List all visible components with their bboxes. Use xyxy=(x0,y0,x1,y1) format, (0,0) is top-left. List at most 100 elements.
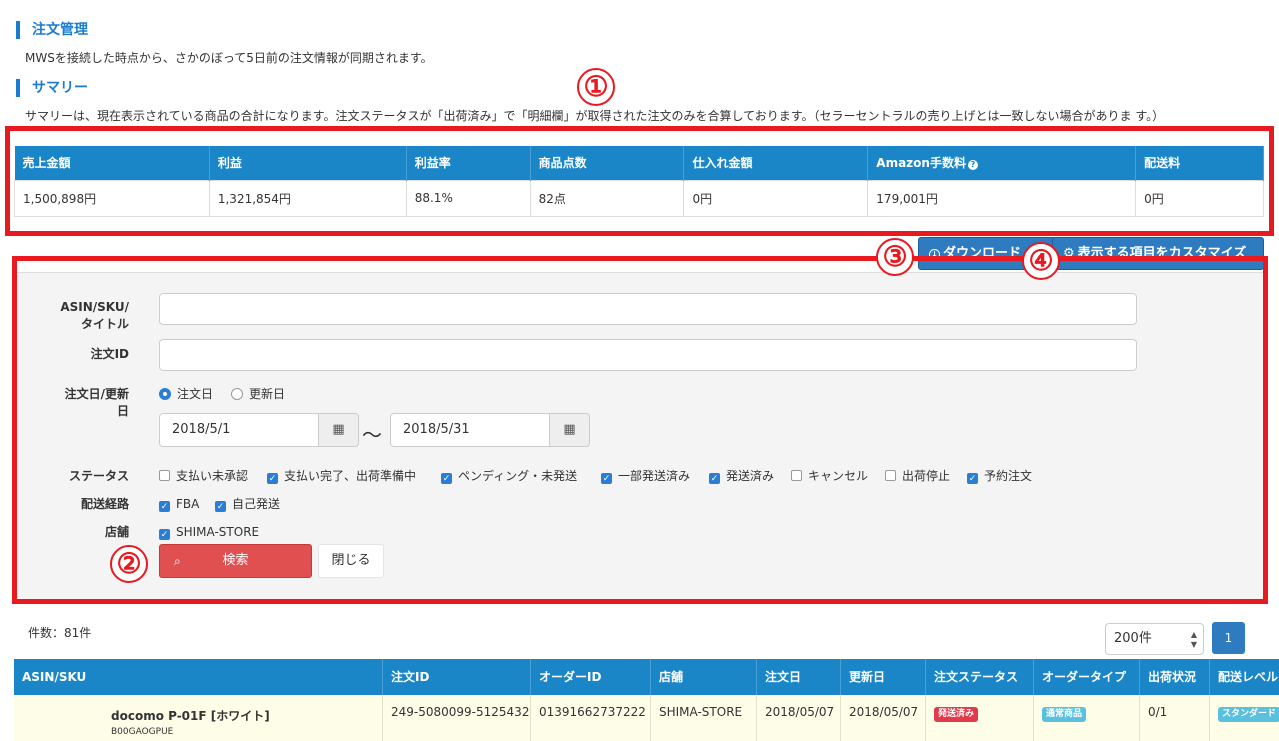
product-title[interactable]: docomo P-01F [ホワイト] xyxy=(111,707,374,724)
summary-note: サマリーは、現在表示されている商品の合計になります。注文ステータスが「出荷済み」… xyxy=(25,109,1165,123)
column-header[interactable]: オーダータイプ xyxy=(1034,659,1140,695)
checkbox-off-icon xyxy=(159,470,170,481)
table-row[interactable]: docomo P-01F [ホワイト] B00GAOGPUE 249-50800… xyxy=(14,695,1279,741)
checkbox-label: 支払い完了、出荷準備中 xyxy=(284,469,417,483)
annotation-4: ④ xyxy=(1022,242,1060,280)
status-option-paid[interactable]: ✓ 支払い完了、出荷準備中 xyxy=(267,468,416,484)
delivery-route-label: 配送経路 xyxy=(80,497,129,511)
radio-order-date[interactable]: 注文日 xyxy=(159,386,213,402)
asin-label-line1: ASIN/SKU/ xyxy=(60,300,129,314)
result-count: 件数：81件 xyxy=(28,626,92,640)
select-arrows-icon: ▲ ▼ xyxy=(1190,630,1197,649)
checkbox-on-icon: ✓ xyxy=(215,501,226,512)
status-option-hold[interactable]: 出荷停止 xyxy=(885,468,950,484)
checkbox-on-icon: ✓ xyxy=(267,473,278,484)
asin-sku-title-input[interactable] xyxy=(159,293,1137,325)
annotation-2: ② xyxy=(110,545,148,583)
status-option-shipped[interactable]: ✓ 発送済み xyxy=(709,468,774,484)
radio-label: 更新日 xyxy=(249,387,286,401)
column-header[interactable]: 出荷状況 xyxy=(1140,659,1210,695)
search-button-label: 検索 xyxy=(222,553,249,568)
summary-header: 商品点数 xyxy=(530,146,685,180)
summary-header: 配送料 xyxy=(1135,146,1264,180)
status-badge: 発送済み xyxy=(934,707,979,722)
summary-value-row: 1,500,898円 1,321,854円 88.1% 82点 0円 179,0… xyxy=(14,179,1264,217)
radio-off-icon xyxy=(231,388,243,400)
order-id-label: 注文ID xyxy=(90,347,129,361)
checkbox-label: 出荷停止 xyxy=(902,469,951,483)
status-option-preorder[interactable]: ✓ 予約注文 xyxy=(967,468,1032,484)
summary-header: 利益率 xyxy=(406,146,531,180)
column-header[interactable]: オーダーID xyxy=(531,659,651,695)
delivery-level-cell: スタンダード xyxy=(1210,695,1279,741)
date-to-input[interactable]: 2018/5/31 xyxy=(390,413,550,447)
delivery-badge: スタンダード xyxy=(1218,707,1279,722)
column-header[interactable]: 注文日 xyxy=(757,659,841,695)
checkbox-on-icon: ✓ xyxy=(709,473,720,484)
summary-header-label: 仕入れ金額 xyxy=(692,156,753,171)
checkbox-off-icon xyxy=(885,470,896,481)
amazon-order-id-cell: 01391662737222 xyxy=(531,695,651,741)
checkbox-on-icon: ✓ xyxy=(159,501,170,512)
store-cell: SHIMA-STORE xyxy=(651,695,757,741)
summary-value: 179,001円 xyxy=(867,179,1137,217)
checkbox-label: 自己発送 xyxy=(232,497,281,511)
close-button[interactable]: 閉じる xyxy=(318,544,384,578)
order-sync-note: MWSを接続した時点から、さかのぼって5日前の注文情報が同期されます。 xyxy=(25,51,433,65)
calendar-icon: ▦ xyxy=(332,422,345,437)
page-button-1[interactable]: 1 xyxy=(1212,622,1245,654)
route-option-self[interactable]: ✓ 自己発送 xyxy=(215,496,280,512)
column-header[interactable]: 更新日 xyxy=(841,659,926,695)
annotation-1: ① xyxy=(577,68,615,106)
route-option-fba[interactable]: ✓ FBA xyxy=(159,496,199,512)
column-header[interactable]: 注文ID xyxy=(383,659,531,695)
column-header[interactable]: ASIN/SKU xyxy=(14,659,383,695)
column-header[interactable]: 店舗 xyxy=(651,659,757,695)
question-circle-icon[interactable]: ? xyxy=(967,160,978,171)
status-option-pending[interactable]: ✓ ペンディング・未発送 xyxy=(441,468,577,484)
summary-header-row: 売上金額 利益 利益率 商品点数 仕入れ金額 Amazon手数料? 配送料 xyxy=(14,146,1264,180)
summary-header-label: Amazon手数料 xyxy=(876,156,966,171)
checkbox-on-icon: ✓ xyxy=(159,529,170,540)
order-type-cell: 通常商品 xyxy=(1034,695,1140,741)
summary-value: 0円 xyxy=(1135,179,1264,217)
status-option-partial[interactable]: ✓ 一部発送済み xyxy=(601,468,690,484)
per-page-select[interactable]: 200件 ▲ ▼ xyxy=(1105,623,1204,655)
store-option-shima[interactable]: ✓ SHIMA-STORE xyxy=(159,524,259,540)
per-page-value: 200件 xyxy=(1114,631,1152,646)
order-id-input[interactable] xyxy=(159,339,1137,371)
checkbox-label: 発送済み xyxy=(726,469,775,483)
calendar-to-button[interactable]: ▦ xyxy=(550,413,590,447)
checkbox-on-icon: ✓ xyxy=(967,473,978,484)
checkbox-label: 一部発送済み xyxy=(618,469,691,483)
order-id-cell: 249-5080099-5125432 xyxy=(383,695,531,741)
date-type-label: 注文日/更新日 xyxy=(49,386,129,420)
customize-columns-button[interactable]: ⚙ 表示する項目をカスタマイズ xyxy=(1052,237,1264,270)
calendar-icon: ▦ xyxy=(563,422,576,437)
search-icon: ⌕ xyxy=(174,554,181,568)
summary-header: 売上金額 xyxy=(14,146,210,180)
date-from-input[interactable]: 2018/5/1 xyxy=(159,413,319,447)
column-header[interactable]: 配送レベル xyxy=(1210,659,1279,695)
orders-table: ASIN/SKU 注文ID オーダーID 店舗 注文日 更新日 注文ステータス … xyxy=(14,659,1279,741)
status-option-cancel[interactable]: キャンセル xyxy=(791,468,868,484)
summary-value: 0円 xyxy=(683,179,869,217)
calendar-from-button[interactable]: ▦ xyxy=(319,413,359,447)
status-option-unauthorized[interactable]: 支払い未承認 xyxy=(159,468,248,484)
asin-sku-title-label: ASIN/SKU/タイトル xyxy=(49,299,129,333)
checkbox-off-icon xyxy=(791,470,802,481)
search-button[interactable]: ⌕ 検索 xyxy=(159,544,312,578)
summary-header: 仕入れ金額 xyxy=(683,146,869,180)
column-header[interactable]: 注文ステータス xyxy=(926,659,1034,695)
checkbox-on-icon: ✓ xyxy=(601,473,612,484)
radio-label: 注文日 xyxy=(177,387,214,401)
summary-title: サマリー xyxy=(16,79,88,97)
order-date-cell: 2018/05/07 xyxy=(757,695,841,741)
checkbox-on-icon: ✓ xyxy=(441,473,452,484)
page-title: 注文管理 xyxy=(16,21,88,39)
product-asin: B00GAOGPUE xyxy=(111,727,174,737)
download-circle-icon: ↓ xyxy=(929,249,940,260)
shipping-cell: 0/1 xyxy=(1140,695,1210,741)
radio-update-date[interactable]: 更新日 xyxy=(231,386,285,402)
status-cell: 発送済み xyxy=(926,695,1034,741)
